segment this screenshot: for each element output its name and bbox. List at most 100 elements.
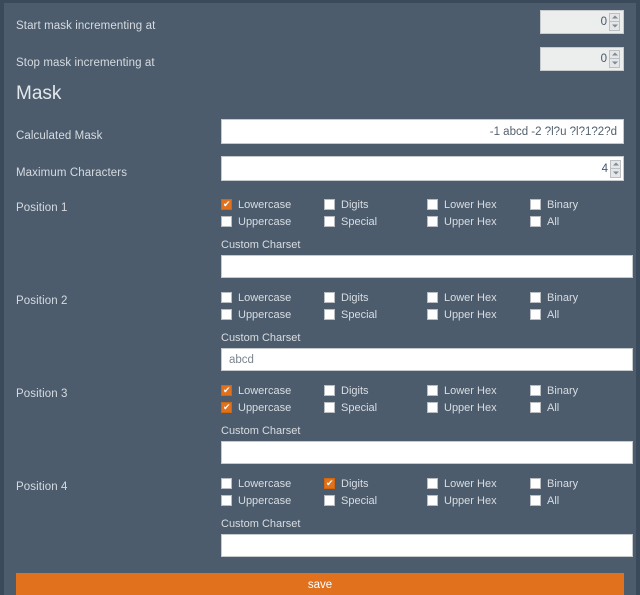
mask-section-heading: Mask (16, 83, 62, 104)
checkmark-icon[interactable] (221, 198, 232, 211)
checkbox-uppercase[interactable]: Uppercase (221, 401, 324, 414)
position-row: Position 2 Lowercase Uppercase Digits Specia… (4, 280, 636, 373)
checkbox-upper-hex[interactable]: Upper Hex (427, 309, 530, 321)
spinner-down-icon[interactable] (610, 168, 621, 178)
checkbox-lower-hex[interactable]: Lower Hex (427, 478, 530, 490)
checkmark-icon[interactable] (221, 384, 232, 397)
checkbox-icon[interactable] (427, 199, 438, 210)
checkbox-icon[interactable] (324, 216, 335, 227)
checkbox-icon[interactable] (530, 309, 541, 320)
spinner-up-icon[interactable] (610, 159, 621, 169)
checkbox-label: Uppercase (238, 308, 292, 321)
checkbox-icon[interactable] (427, 385, 438, 396)
checkmark-icon[interactable] (221, 401, 232, 414)
stop-mask-increment-spinner[interactable] (609, 49, 620, 68)
checkbox-icon[interactable] (324, 385, 335, 396)
checkbox-icon[interactable] (427, 402, 438, 413)
checkbox-icon[interactable] (530, 402, 541, 413)
checkbox-icon[interactable] (427, 478, 438, 489)
checkbox-binary[interactable]: Binary (530, 292, 633, 304)
custom-charset-input[interactable] (221, 255, 633, 278)
checkbox-uppercase[interactable]: Uppercase (221, 495, 324, 507)
calculated-mask-input[interactable]: -1 abcd -2 ?l?u ?l?1?2?d (221, 119, 624, 144)
checkbox-lowercase[interactable]: Lowercase (221, 384, 324, 397)
checkbox-upper-hex[interactable]: Upper Hex (427, 216, 530, 228)
checkmark-icon[interactable] (324, 477, 335, 490)
checkbox-icon[interactable] (530, 199, 541, 210)
checkbox-binary[interactable]: Binary (530, 478, 633, 490)
save-row: save (4, 559, 636, 595)
checkbox-label: Upper Hex (444, 494, 497, 507)
checkbox-icon[interactable] (324, 309, 335, 320)
checkbox-lowercase[interactable]: Lowercase (221, 478, 324, 490)
custom-charset-label: Custom Charset (221, 239, 301, 251)
position-options: Lowercase Uppercase Digits Special Lower Hex… (221, 289, 633, 371)
checkbox-label: Special (341, 215, 378, 228)
checkbox-icon[interactable] (324, 495, 335, 506)
checkbox-digits[interactable]: Digits (324, 385, 427, 397)
checkbox-icon[interactable] (427, 309, 438, 320)
checkbox-icon[interactable] (221, 292, 232, 303)
stop-mask-increment-label: Stop mask incrementing at (16, 57, 155, 69)
checkbox-special[interactable]: Special (324, 216, 427, 228)
checkbox-lower-hex[interactable]: Lower Hex (427, 199, 530, 211)
position-options: Lowercase Uppercase Digits Special Lower Hex… (221, 196, 633, 278)
checkbox-icon[interactable] (530, 385, 541, 396)
checkbox-digits[interactable]: Digits (324, 199, 427, 211)
checkbox-digits[interactable]: Digits (324, 477, 427, 490)
charset-checkbox-grid: Lowercase Uppercase Digits Special Lower Hex… (221, 382, 633, 416)
checkbox-lowercase[interactable]: Lowercase (221, 198, 324, 211)
checkbox-icon[interactable] (427, 495, 438, 506)
checkbox-lower-hex[interactable]: Lower Hex (427, 385, 530, 397)
checkbox-upper-hex[interactable]: Upper Hex (427, 402, 530, 414)
custom-charset-input[interactable] (221, 534, 633, 557)
maximum-characters-input[interactable]: 4 (221, 156, 624, 181)
checkbox-special[interactable]: Special (324, 495, 427, 507)
custom-charset-input[interactable] (221, 441, 633, 464)
custom-charset-input[interactable]: abcd (221, 348, 633, 371)
checkbox-label: Upper Hex (444, 215, 497, 228)
checkbox-all[interactable]: All (530, 309, 633, 321)
checkbox-special[interactable]: Special (324, 402, 427, 414)
maximum-characters-spinner[interactable] (610, 159, 621, 178)
checkbox-icon[interactable] (324, 199, 335, 210)
start-mask-increment-input[interactable]: 0 (540, 9, 624, 34)
checkbox-icon[interactable] (530, 478, 541, 489)
checkbox-upper-hex[interactable]: Upper Hex (427, 495, 530, 507)
checkbox-icon[interactable] (221, 216, 232, 227)
position-list: Position 1 Lowercase Uppercase Digits Specia… (4, 187, 636, 559)
checkbox-icon[interactable] (427, 216, 438, 227)
checkbox-label: Upper Hex (444, 308, 497, 321)
save-button[interactable]: save (16, 573, 624, 595)
checkbox-icon[interactable] (324, 402, 335, 413)
spinner-up-icon[interactable] (609, 12, 620, 22)
checkbox-binary[interactable]: Binary (530, 199, 633, 211)
checkbox-all[interactable]: All (530, 495, 633, 507)
checkbox-icon[interactable] (427, 292, 438, 303)
spinner-up-icon[interactable] (609, 49, 620, 59)
checkbox-binary[interactable]: Binary (530, 385, 633, 397)
checkbox-lower-hex[interactable]: Lower Hex (427, 292, 530, 304)
checkbox-digits[interactable]: Digits (324, 292, 427, 304)
checkbox-special[interactable]: Special (324, 309, 427, 321)
checkbox-all[interactable]: All (530, 402, 633, 414)
checkbox-all[interactable]: All (530, 216, 633, 228)
spinner-down-icon[interactable] (609, 21, 620, 31)
checkbox-icon[interactable] (530, 216, 541, 227)
checkbox-icon[interactable] (221, 309, 232, 320)
stop-mask-increment-input[interactable]: 0 (540, 46, 624, 71)
checkbox-icon[interactable] (221, 495, 232, 506)
checkbox-uppercase[interactable]: Uppercase (221, 216, 324, 228)
checkbox-icon[interactable] (530, 292, 541, 303)
checkbox-uppercase[interactable]: Uppercase (221, 309, 324, 321)
stop-mask-increment-row: Stop mask incrementing at 0 (4, 40, 636, 77)
checkbox-icon[interactable] (324, 292, 335, 303)
custom-charset-value: abcd (229, 353, 254, 366)
spinner-down-icon[interactable] (609, 58, 620, 68)
checkbox-label: All (547, 308, 560, 321)
start-mask-increment-spinner[interactable] (609, 12, 620, 31)
checkbox-lowercase[interactable]: Lowercase (221, 292, 324, 304)
position-row: Position 3 Lowercase Uppercase Digits Specia… (4, 373, 636, 466)
checkbox-icon[interactable] (221, 478, 232, 489)
checkbox-icon[interactable] (530, 495, 541, 506)
